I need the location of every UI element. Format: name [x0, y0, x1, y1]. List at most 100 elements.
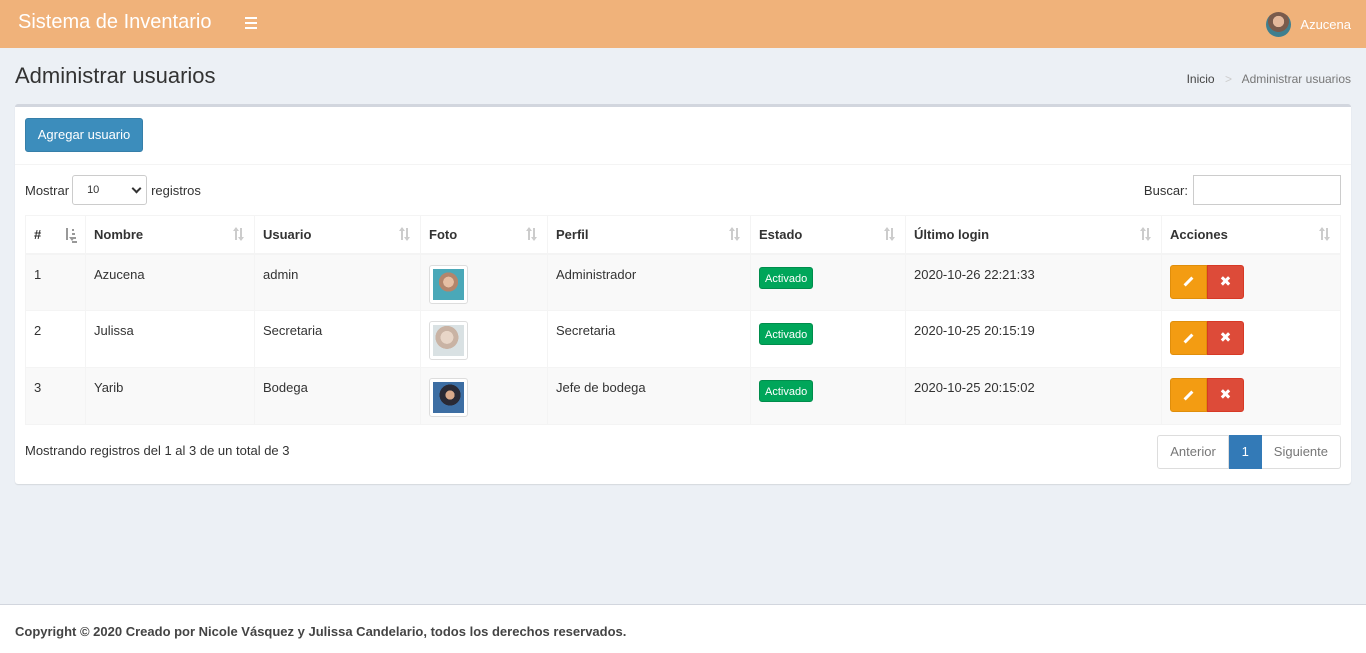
- delete-button[interactable]: ✖: [1207, 321, 1244, 355]
- user-photo: [429, 321, 468, 360]
- pagination: Anterior 1 Siguiente: [1157, 435, 1341, 469]
- cell-acciones: ✖: [1161, 253, 1341, 311]
- cell-nombre: Azucena: [85, 253, 255, 311]
- user-photo: [429, 378, 468, 417]
- cell-usuario: Secretaria: [254, 310, 421, 368]
- add-user-button[interactable]: Agregar usuario: [25, 118, 143, 152]
- pagination-page-1[interactable]: 1: [1228, 435, 1262, 469]
- status-badge[interactable]: Activado: [759, 323, 814, 345]
- pencil-icon: [1183, 333, 1194, 343]
- sort-asc-icon: [63, 227, 77, 243]
- column-header-acciones[interactable]: Acciones: [1161, 215, 1341, 255]
- column-header-estado[interactable]: Estado: [750, 215, 906, 255]
- column-label: Último login: [914, 226, 990, 242]
- table-header-row: # Nombre Usuario Foto Perfil Estado Últi…: [25, 215, 1341, 255]
- avatar: [1266, 11, 1292, 37]
- cell-estado: Activado: [750, 367, 906, 425]
- page-footer: Copyright © 2020 Creado por Nicole Vásqu…: [0, 604, 1366, 653]
- records-label: registros: [151, 182, 201, 198]
- cell-usuario: admin: [254, 253, 421, 311]
- pagination-next[interactable]: Siguiente: [1261, 435, 1341, 469]
- table-row: 2 Julissa Secretaria Secretaria Activado…: [25, 310, 1341, 368]
- close-icon: ✖: [1219, 273, 1232, 290]
- copyright-text: Copyright © 2020 Creado por Nicole Vásqu…: [15, 624, 627, 639]
- column-header-ultimo-login[interactable]: Último login: [905, 215, 1162, 255]
- cell-login: 2020-10-25 20:15:02: [905, 367, 1162, 425]
- user-menu[interactable]: Azucena: [1266, 11, 1351, 37]
- column-label: Nombre: [94, 226, 144, 242]
- cell-perfil: Secretaria: [547, 310, 751, 368]
- table-row: 3 Yarib Bodega Jefe de bodega Activado 2…: [25, 367, 1341, 425]
- pagination-previous[interactable]: Anterior: [1157, 435, 1229, 469]
- edit-button[interactable]: [1170, 321, 1207, 355]
- status-badge[interactable]: Activado: [759, 266, 814, 289]
- users-table: # Nombre Usuario Foto Perfil Estado Últi…: [25, 215, 1341, 425]
- column-label: #: [34, 226, 42, 242]
- cell-estado: Activado: [750, 253, 906, 311]
- cell-acciones: ✖: [1161, 367, 1341, 425]
- cell-number: 1: [25, 253, 86, 311]
- cell-acciones: ✖: [1161, 310, 1341, 368]
- menu-toggle-icon[interactable]: [242, 14, 260, 32]
- page-title: Administrar usuarios: [15, 63, 216, 88]
- top-navbar: Sistema de Inventario Azucena: [0, 0, 1366, 48]
- page-length-control: Mostrar 10 registros: [25, 175, 201, 205]
- column-label: Acciones: [1170, 226, 1228, 242]
- cell-perfil: Administrador: [547, 253, 751, 311]
- breadcrumb-home[interactable]: Inicio: [1187, 72, 1215, 86]
- column-label: Usuario: [263, 226, 312, 242]
- delete-button[interactable]: ✖: [1207, 264, 1244, 299]
- sort-icon: [728, 227, 742, 241]
- close-icon: ✖: [1219, 330, 1232, 346]
- box-header: Agregar usuario: [15, 107, 1351, 165]
- column-header-usuario[interactable]: Usuario: [254, 215, 421, 255]
- cell-number: 3: [25, 367, 86, 425]
- pencil-icon: [1183, 390, 1194, 400]
- breadcrumb: Inicio > Administrar usuarios: [1187, 72, 1351, 86]
- column-label: Foto: [429, 226, 458, 242]
- page-length-value: 10: [87, 184, 100, 196]
- table-row: 1 Azucena admin Administrador Activado 2…: [25, 253, 1341, 311]
- app-brand[interactable]: Sistema de Inventario: [18, 11, 211, 34]
- pencil-icon: [1183, 276, 1194, 287]
- close-icon: ✖: [1219, 387, 1232, 403]
- cell-nombre: Julissa: [85, 310, 255, 368]
- edit-button[interactable]: [1170, 264, 1207, 299]
- cell-estado: Activado: [750, 310, 906, 368]
- sort-icon: [525, 227, 539, 241]
- table-info: Mostrando registros del 1 al 3 de un tot…: [25, 443, 290, 458]
- column-label: Perfil: [556, 226, 589, 242]
- status-badge[interactable]: Activado: [759, 380, 814, 402]
- column-label: Estado: [759, 226, 803, 242]
- cell-perfil: Jefe de bodega: [547, 367, 751, 425]
- sort-icon: [232, 227, 246, 241]
- column-header-foto[interactable]: Foto: [420, 215, 548, 255]
- search-control: Buscar:: [1144, 175, 1341, 205]
- user-photo: [429, 264, 468, 304]
- breadcrumb-current: Administrar usuarios: [1241, 72, 1351, 86]
- cell-nombre: Yarib: [85, 367, 255, 425]
- users-box: Agregar usuario Mostrar 10 registros Bus…: [15, 104, 1351, 484]
- column-header-number[interactable]: #: [25, 215, 86, 255]
- cell-usuario: Bodega: [254, 367, 421, 425]
- column-header-nombre[interactable]: Nombre: [85, 215, 255, 255]
- show-label: Mostrar: [25, 182, 70, 198]
- cell-foto: [420, 310, 548, 368]
- breadcrumb-separator: >: [1224, 72, 1232, 86]
- search-label: Buscar:: [1143, 182, 1188, 198]
- cell-foto: [420, 253, 548, 311]
- page-length-select[interactable]: 10: [72, 175, 148, 205]
- sort-icon: [883, 227, 897, 241]
- cell-login: 2020-10-25 20:15:19: [905, 310, 1162, 368]
- cell-login: 2020-10-26 22:21:33: [905, 253, 1162, 311]
- cell-number: 2: [25, 310, 86, 368]
- cell-foto: [420, 367, 548, 425]
- sort-icon: [1318, 227, 1332, 241]
- sort-icon: [1139, 227, 1153, 241]
- edit-button[interactable]: [1170, 378, 1207, 412]
- column-header-perfil[interactable]: Perfil: [547, 215, 751, 255]
- search-input[interactable]: [1193, 175, 1341, 205]
- sort-icon: [398, 227, 412, 241]
- user-name: Azucena: [1300, 16, 1351, 32]
- delete-button[interactable]: ✖: [1207, 378, 1244, 412]
